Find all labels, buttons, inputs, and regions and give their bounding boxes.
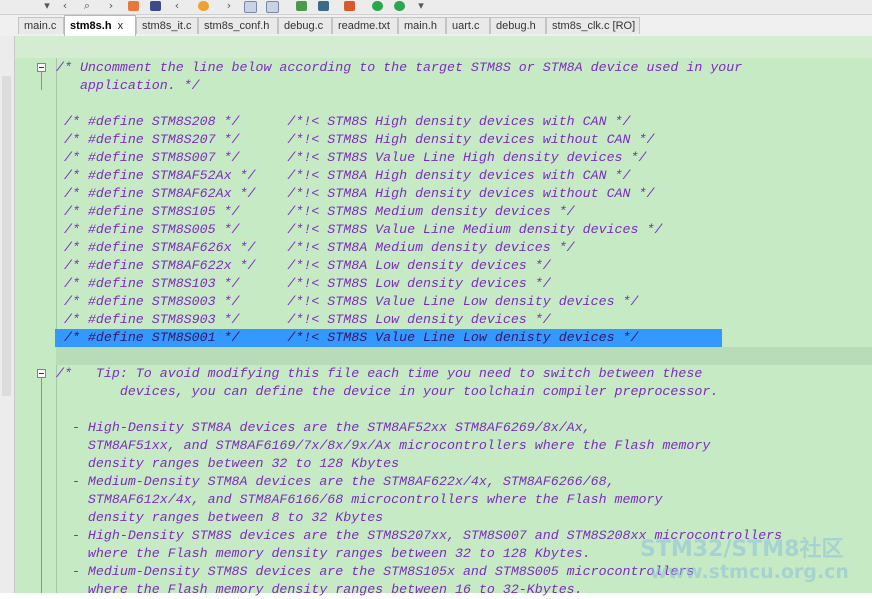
current-line-highlight [56,347,872,365]
tab-uart-c[interactable]: uart.c [446,17,490,34]
forward-icon[interactable]: › [104,0,118,12]
toolbar: ▾ ‹ ⌕ › ‹ › ▾ [0,0,872,15]
bookmark-prev-icon[interactable] [198,1,209,11]
code-line: /* #define STM8S003 */ /*!< STM8S Value … [56,294,639,309]
left-panel-strip [0,36,15,593]
tab-label: readme.txt [338,20,390,32]
code-line: devices, you can define the device in yo… [56,384,719,399]
toggle-bookmark-icon[interactable] [128,1,139,11]
code-line: /* #define STM8S007 */ /*!< STM8S Value … [56,150,647,165]
code-line: /* #define STM8S207 */ /*!< STM8S High d… [56,132,655,147]
tab-main-h[interactable]: main.h [398,17,446,34]
editor-top-area [56,36,872,58]
tab-stm8s-h[interactable]: stm8s.h x [64,15,136,36]
tab-label: stm8s_clk.c [RO] [552,20,636,32]
more-dropdown-icon[interactable]: ▾ [414,0,428,12]
code-line: /* #define STM8S103 */ /*!< STM8S Low de… [56,276,551,291]
code-line: /* #define STM8AF52Ax */ /*!< STM8A High… [56,168,631,183]
code-editor[interactable]: /* Uncomment the line below according to… [15,58,872,597]
tab-debug-h[interactable]: debug.h [490,17,546,34]
tab-bar: main.c stm8s.h x stm8s_it.c stm8s_conf.h … [0,15,872,37]
code-line: density ranges between 32 to 128 Kbytes [56,456,400,471]
tab-label: main.h [404,20,438,32]
tab-label: stm8s_it.c [142,20,192,32]
insert-bookmark-icon[interactable] [150,1,161,11]
clear-bookmarks-icon[interactable] [244,1,257,13]
find-icon[interactable]: ⌕ [80,0,94,12]
tab-label: uart.c [452,20,480,32]
code-line: density ranges between 8 to 32 Kbytes [56,510,384,525]
fold-collapse-icon[interactable] [37,63,46,72]
tab-debug-c[interactable]: debug.c [278,17,332,34]
tab-stm8s-clk-c[interactable]: stm8s_clk.c [RO] [546,17,640,34]
code-line: - Medium-Density STM8S devices are the S… [56,564,695,579]
tab-stm8s-conf-h[interactable]: stm8s_conf.h [198,17,278,34]
dropdown-arrow-icon[interactable]: ▾ [40,0,54,12]
tab-label: debug.h [496,20,536,32]
code-line: /* #define STM8AF62Ax */ /*!< STM8A High… [56,186,655,201]
code-line: where the Flash memory density ranges be… [56,582,583,597]
fold-collapse-icon[interactable] [37,369,46,378]
tab-stm8s-it-c[interactable]: stm8s_it.c [136,17,198,34]
code-line: /* #define STM8S105 */ /*!< STM8S Medium… [56,204,575,219]
run-icon[interactable] [394,1,405,11]
download-icon[interactable] [266,1,279,13]
tab-label: stm8s.h [70,20,112,32]
bookmark-next-icon[interactable]: › [222,0,236,12]
code-line: - High-Density STM8A devices are the STM… [56,420,591,435]
tab-main-c[interactable]: main.c [18,17,64,34]
prev-bookmark-icon[interactable]: ‹ [170,0,184,12]
code-line: application. */ [56,78,200,93]
code-line: /* Uncomment the line below according to… [56,60,743,75]
tab-label: stm8s_conf.h [204,20,270,32]
tools-icon[interactable] [318,1,329,11]
code-line: /* #define STM8S208 */ /*!< STM8S High d… [56,114,631,129]
code-line: STM8AF612x/4x, and STM8AF6166/68 microco… [56,492,663,507]
code-line: /* #define STM8AF626x */ /*!< STM8A Medi… [56,240,575,255]
run-icon[interactable] [372,1,383,11]
code-line: /* #define STM8AF622x */ /*!< STM8A Low … [56,258,551,273]
code-line: STM8AF51xx, and STM8AF6169/7x/8x/9x/Ax m… [56,438,711,453]
code-line: /* #define STM8S005 */ /*!< STM8S Value … [56,222,663,237]
debug-run-icon[interactable] [344,1,355,11]
fold-line [41,72,42,90]
back-icon[interactable]: ‹ [58,0,72,12]
code-line: where the Flash memory density ranges be… [56,546,591,561]
close-icon[interactable]: x [118,20,124,32]
selected-code-line: /* #define STM8S001 */ /*!< STM8S Value … [56,330,639,345]
code-line: - Medium-Density STM8A devices are the S… [56,474,615,489]
tab-label: debug.c [284,20,324,32]
scrollbar[interactable] [2,76,11,396]
tab-label: main.c [24,20,57,32]
tab-readme-txt[interactable]: readme.txt [332,17,398,34]
fold-line [41,378,42,593]
code-line: /* #define STM8S903 */ /*!< STM8S Low de… [56,312,551,327]
build-icon[interactable] [296,1,307,11]
code-line: - High-Density STM8S devices are the STM… [56,528,783,543]
code-line: /* Tip: To avoid modifying this file eac… [56,366,703,381]
